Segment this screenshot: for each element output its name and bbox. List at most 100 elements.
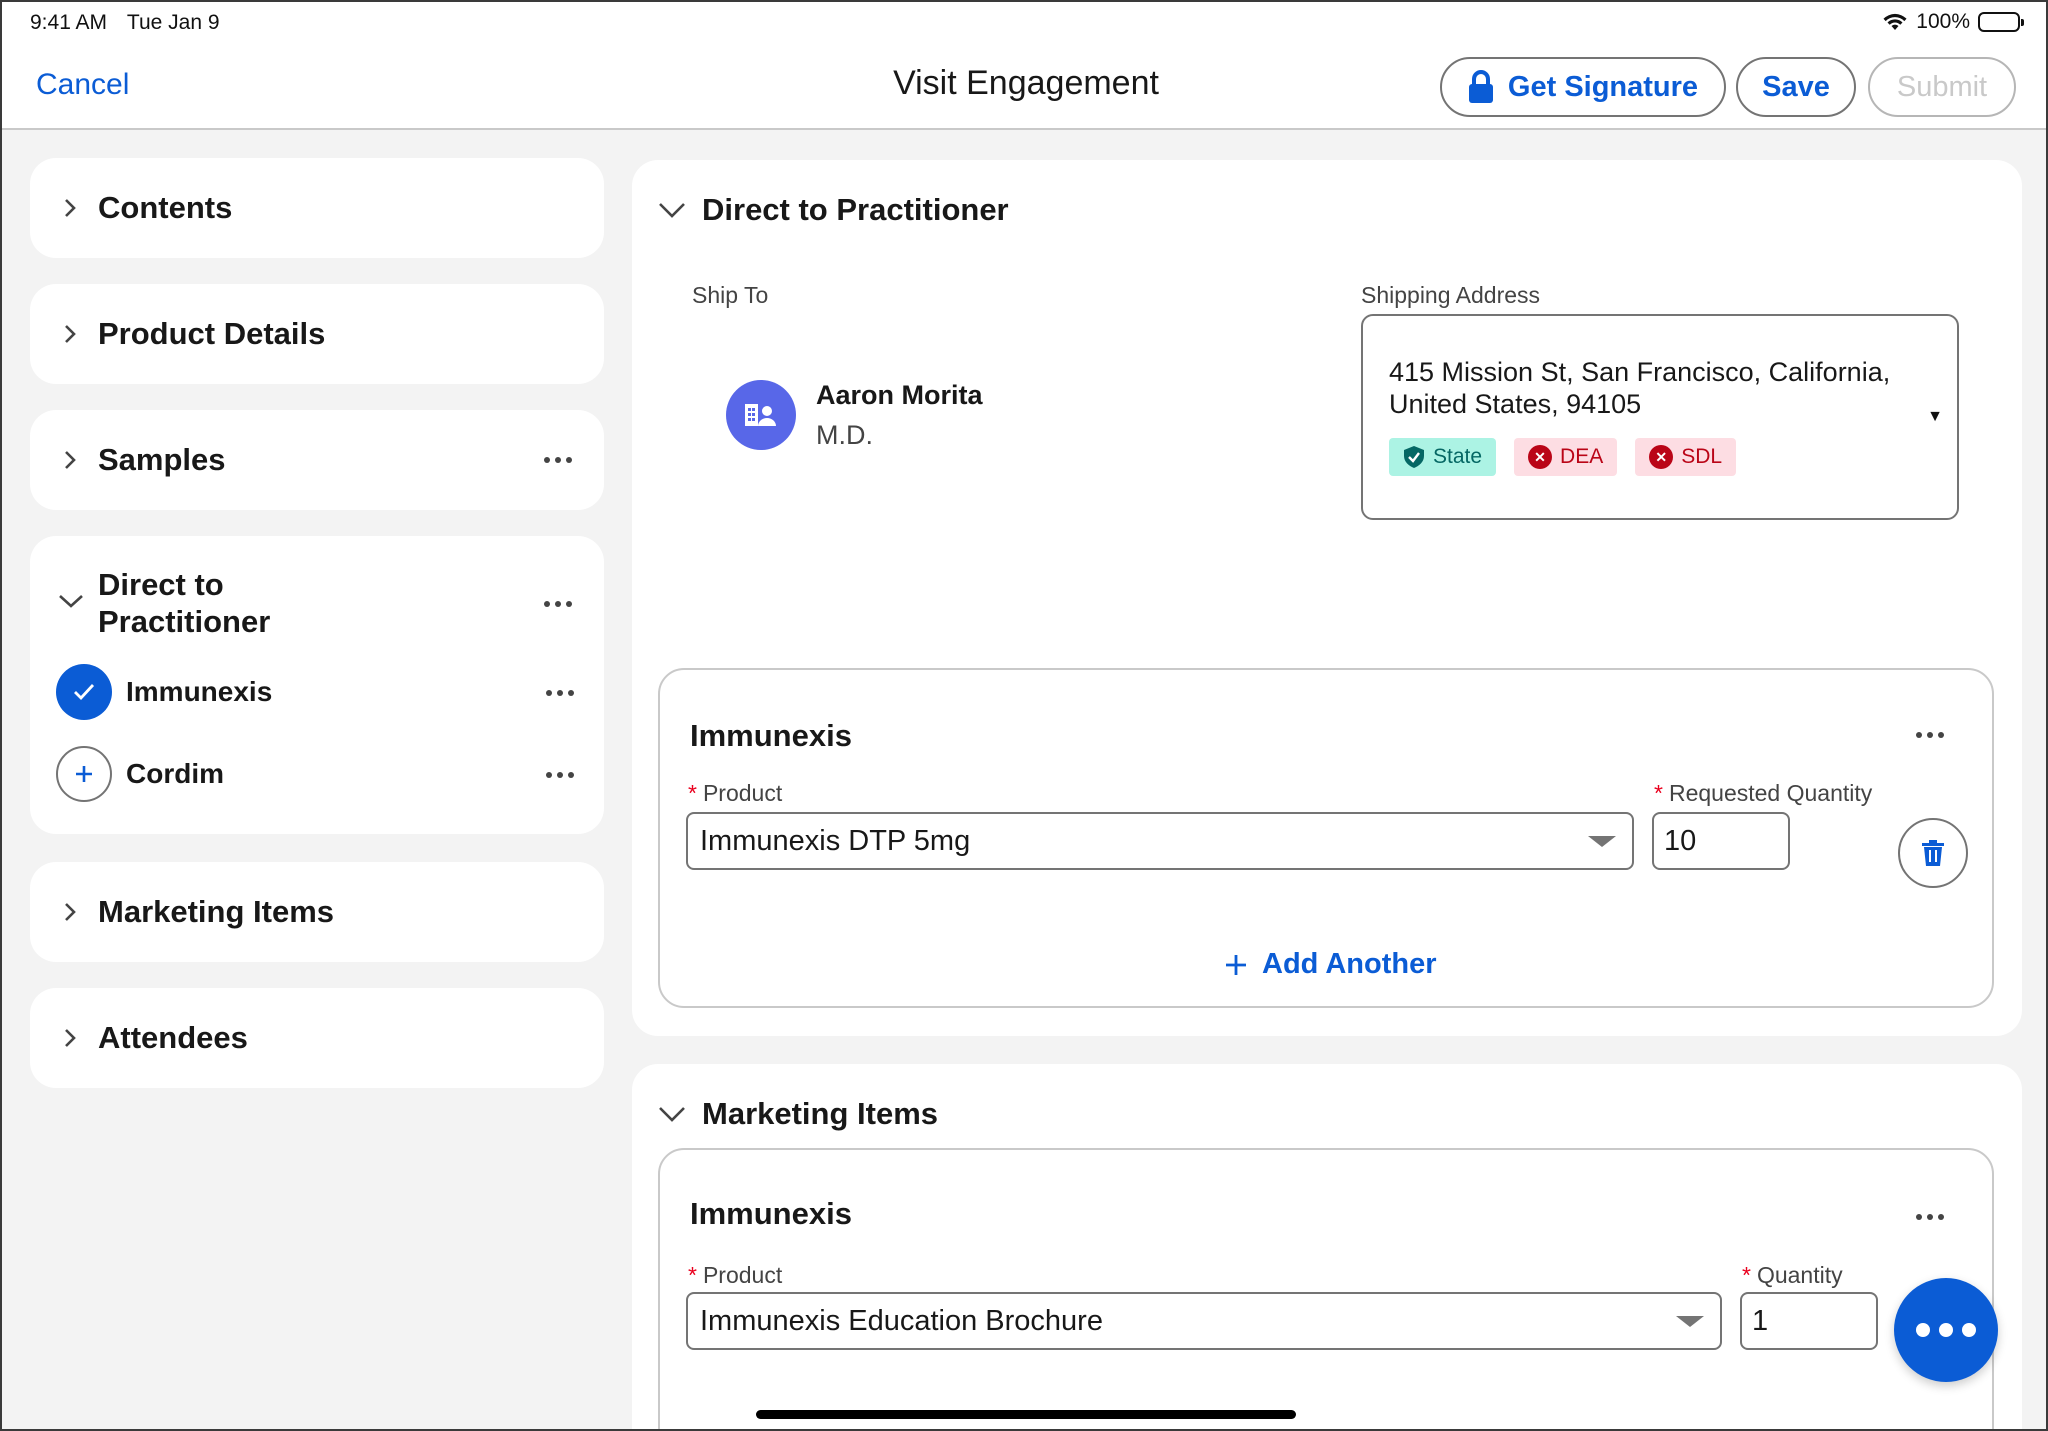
chevron-down-icon[interactable] <box>58 592 84 610</box>
chevron-right-icon <box>65 451 76 469</box>
quantity-value: 1 <box>1752 1304 1769 1337</box>
sidebar-item-marketing-items[interactable]: Marketing Items <box>30 862 604 962</box>
more-actions-fab[interactable] <box>1894 1278 1998 1382</box>
sidebar-row: Marketing Items <box>60 862 334 962</box>
sidebar-item-product-details[interactable]: Product Details <box>30 284 604 384</box>
product-label-text: Product <box>702 1262 783 1288</box>
submit-button[interactable]: Submit <box>1868 57 2016 117</box>
sidebar-row: Attendees <box>60 988 248 1088</box>
home-indicator <box>756 1410 1296 1419</box>
product-select[interactable]: Immunexis DTP 5mg <box>686 812 1634 870</box>
recipient-name[interactable]: Aaron Morita <box>816 380 983 411</box>
chevron-down-icon <box>659 1107 685 1122</box>
contact-icon <box>745 404 776 426</box>
error-icon: ✕ <box>1649 445 1674 469</box>
quantity-input[interactable]: 1 <box>1740 1292 1878 1350</box>
marketing-product-card: Immunexis * Product Immunexis Education B… <box>658 1148 1994 1429</box>
dtp-product-card: Immunexis * Product Immunexis DTP 5mg * Re… <box>658 668 1994 1008</box>
marketing-product-select[interactable]: Immunexis Education Brochure <box>686 1292 1722 1350</box>
battery-percent: 100% <box>1916 10 1970 33</box>
error-icon: ✕ <box>1528 445 1553 469</box>
sidebar-label: Samples <box>98 442 226 477</box>
get-signature-label: Get Signature <box>1507 70 1699 103</box>
sidebar-label: Marketing Items <box>98 894 335 929</box>
chevron-down-icon <box>659 203 685 218</box>
top-bar: 9:41 AM Tue Jan 9 100% Cancel Visit Enga… <box>2 2 2046 130</box>
sidebar-label: Product Details <box>98 316 326 351</box>
add-another-label: Add Another <box>1262 948 1437 980</box>
product-card-title: Immunexis <box>690 718 852 753</box>
checkmark-icon <box>56 664 112 720</box>
status-indicators: 100% <box>1882 10 2024 34</box>
sidebar-row: Product Details <box>60 284 325 384</box>
product-label: * Product <box>688 780 783 806</box>
product-card-more-icon[interactable] <box>1916 1214 1944 1220</box>
sidebar-row: Contents <box>60 158 232 258</box>
product-select-value: Immunexis DTP 5mg <box>700 824 971 857</box>
marketing-section-header[interactable]: Marketing Items <box>658 1096 938 1132</box>
immunexis-more-icon[interactable] <box>546 690 574 696</box>
dtp-section-header[interactable]: Direct to Practitioner <box>658 192 1009 228</box>
chevron-right-icon <box>65 903 76 921</box>
badge-label: SDL <box>1681 445 1723 468</box>
trash-icon <box>1922 840 1944 866</box>
dropdown-caret-icon: ▼ <box>1927 408 1943 425</box>
add-icon <box>56 746 112 802</box>
status-date: Tue Jan 9 <box>126 11 220 34</box>
sidebar-label: Contents <box>98 190 233 225</box>
sidebar-label: Attendees <box>98 1020 248 1055</box>
sidebar-item-samples[interactable]: Samples <box>30 410 604 510</box>
lock-icon <box>1468 70 1493 103</box>
badge-label: State <box>1433 445 1483 468</box>
sidebar-subitem-immunexis[interactable]: Immunexis <box>56 664 272 720</box>
sidebar-label[interactable]: Direct to Practitioner <box>98 566 358 640</box>
delete-button[interactable] <box>1898 818 1968 888</box>
shipping-address-value: 415 Mission St, San Francisco, Californi… <box>1389 357 1891 419</box>
product-select-value: Immunexis Education Brochure <box>700 1304 1103 1337</box>
cordim-more-icon[interactable] <box>546 772 574 778</box>
chevron-right-icon <box>65 199 76 217</box>
chevron-right-icon <box>65 1029 76 1047</box>
quantity-value: 10 <box>1664 824 1697 857</box>
status-time: 9:41 AM Tue Jan 9 <box>30 11 220 35</box>
get-signature-button[interactable]: Get Signature <box>1440 57 1726 117</box>
shipping-address-select[interactable]: 415 Mission St, San Francisco, Californi… <box>1361 314 1959 520</box>
app-frame: 9:41 AM Tue Jan 9 100% Cancel Visit Enga… <box>0 0 2048 1431</box>
quantity-label-text: Quantity <box>1756 1262 1843 1288</box>
shield-check-icon <box>1404 446 1424 468</box>
product-card-title: Immunexis <box>690 1196 852 1231</box>
product-label-text: Product <box>702 780 783 806</box>
product-card-more-icon[interactable] <box>1916 732 1944 738</box>
requested-quantity-input[interactable]: 10 <box>1652 812 1790 870</box>
add-another-button[interactable]: Add Another <box>1224 948 1437 981</box>
sidebar-item-attendees[interactable]: Attendees <box>30 988 604 1088</box>
badge-label: DEA <box>1560 445 1604 468</box>
section-title: Marketing Items <box>702 1096 939 1131</box>
status-time-text: 9:41 AM <box>30 11 108 34</box>
dtp-more-icon[interactable] <box>544 601 572 607</box>
sidebar-subitem-cordim[interactable]: Cordim <box>56 746 224 802</box>
badge-dea: ✕ DEA <box>1514 438 1618 476</box>
subitem-label: Cordim <box>126 758 224 789</box>
license-badges: State ✕ DEA ✕ SDL <box>1389 438 1737 476</box>
wifi-icon <box>1883 13 1907 30</box>
quantity-label-text: Requested Quantity <box>1668 780 1873 806</box>
quantity-label: * Quantity <box>1742 1262 1843 1288</box>
save-button[interactable]: Save <box>1736 57 1856 117</box>
battery-icon <box>1978 12 2024 32</box>
contact-avatar <box>726 380 796 450</box>
badge-state: State <box>1389 438 1497 476</box>
recipient-credential: M.D. <box>816 420 873 450</box>
samples-more-icon[interactable] <box>544 457 572 463</box>
plus-icon <box>1226 954 1246 975</box>
requested-quantity-label: * Requested Quantity <box>1654 780 1873 806</box>
subitem-label: Immunexis <box>126 676 273 707</box>
shipping-address-label: Shipping Address <box>1361 282 1541 308</box>
sidebar-row: Samples <box>60 410 226 510</box>
sidebar-item-direct-to-practitioner: Direct to Practitioner Immunexis Cordim <box>30 536 604 834</box>
product-label: * Product <box>688 1262 783 1288</box>
dropdown-caret-icon <box>1676 1316 1704 1327</box>
sidebar-item-contents[interactable]: Contents <box>30 158 604 258</box>
section-title: Direct to Practitioner <box>702 192 1009 227</box>
ship-to-label: Ship To <box>692 282 769 308</box>
